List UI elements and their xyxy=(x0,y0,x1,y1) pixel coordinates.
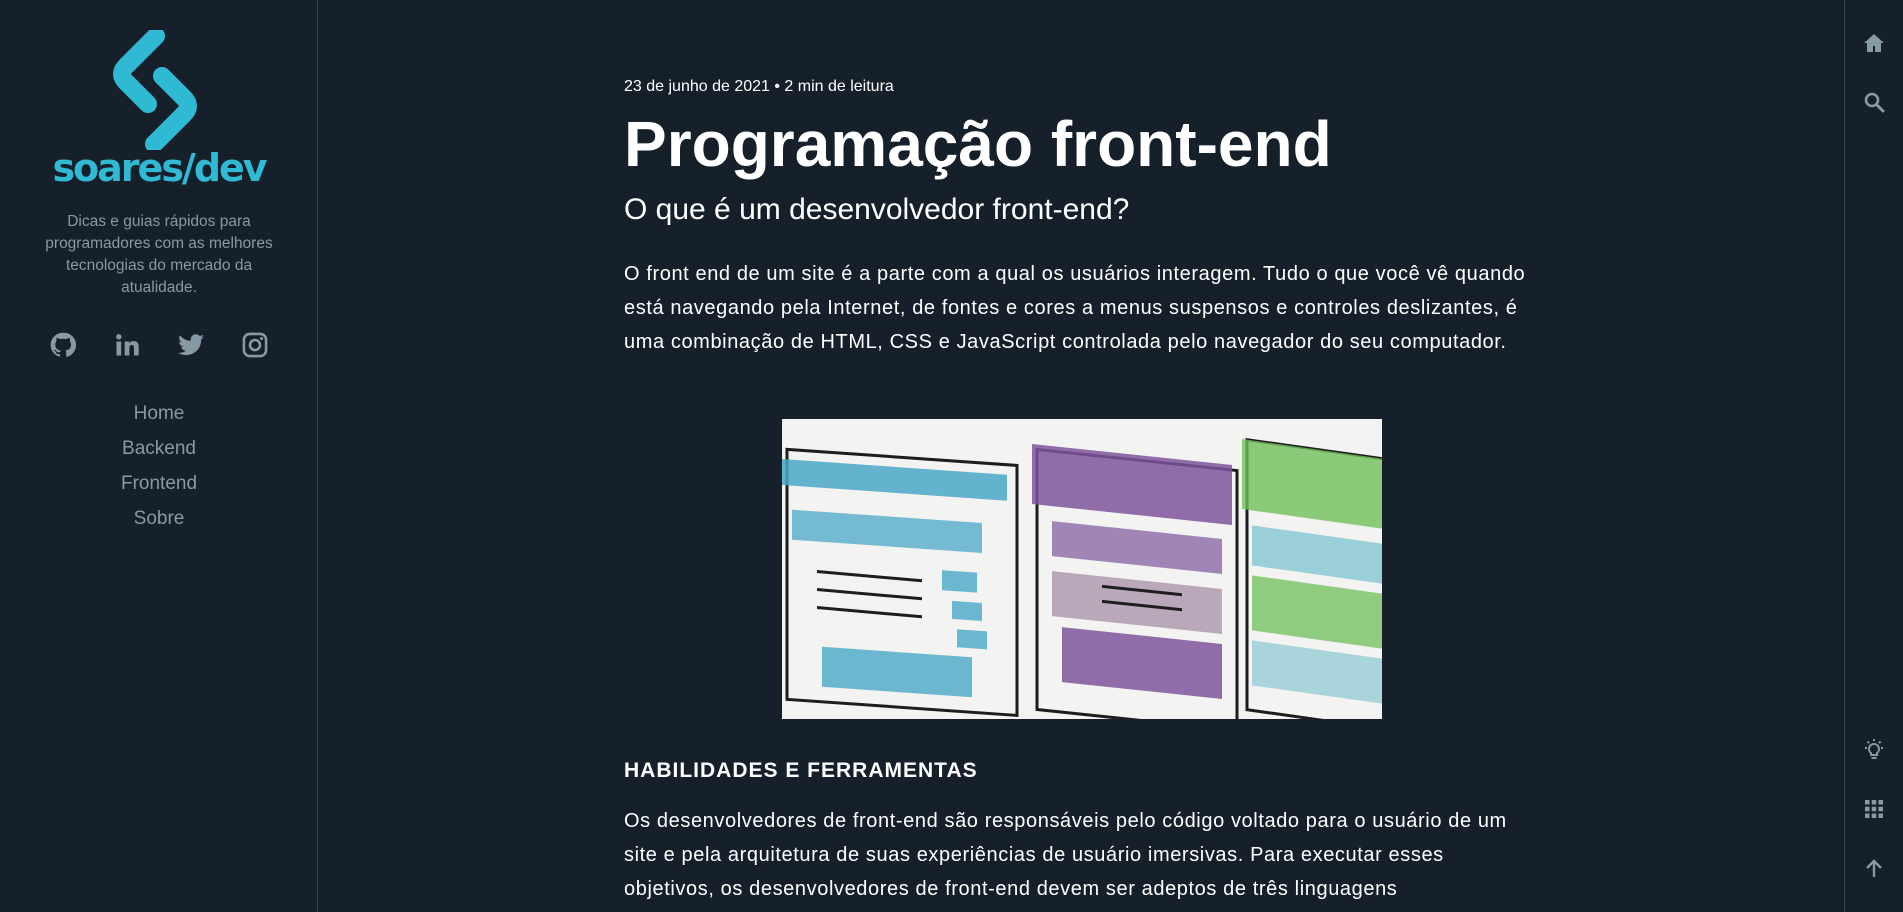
right-toolbar xyxy=(1844,0,1903,912)
arrow-up-icon[interactable] xyxy=(1862,857,1886,881)
logo-mark-icon xyxy=(113,30,197,150)
home-icon[interactable] xyxy=(1862,31,1886,55)
post-subtitle: O que é um desenvolvedor front-end? xyxy=(624,193,1130,226)
nav-item-home[interactable]: Home xyxy=(0,396,318,431)
site-tagline: Dicas e guias rápidos para programadores… xyxy=(45,213,273,296)
twitter-icon[interactable] xyxy=(177,331,205,359)
sidebar-nav: Home Backend Frontend Sobre xyxy=(0,396,318,536)
nav-item-backend[interactable]: Backend xyxy=(0,431,318,466)
nav-item-sobre[interactable]: Sobre xyxy=(0,501,318,536)
post-paragraph: O front end de um site é a parte com a q… xyxy=(624,263,1526,353)
post-paragraph: Os desenvolvedores de front-end são resp… xyxy=(624,810,1507,900)
post-meta: 23 de junho de 2021 • 2 min de leitura xyxy=(624,78,894,95)
social-links xyxy=(0,331,318,359)
section-heading: HABILIDADES E FERRAMENTAS xyxy=(624,759,978,782)
search-icon[interactable] xyxy=(1862,90,1886,114)
instagram-icon[interactable] xyxy=(241,331,269,359)
wireframe-sketch-image xyxy=(782,419,1382,719)
linkedin-icon[interactable] xyxy=(113,331,141,359)
github-icon[interactable] xyxy=(49,331,77,359)
post-image xyxy=(782,419,1382,719)
post-title: Programação front-end xyxy=(624,108,1332,180)
lightbulb-icon[interactable] xyxy=(1862,738,1886,762)
sidebar: soares/dev Dicas e guias rápidos para pr… xyxy=(0,0,318,912)
grid-icon[interactable] xyxy=(1862,797,1886,821)
site-logo[interactable]: soares/dev xyxy=(0,30,318,190)
nav-item-frontend[interactable]: Frontend xyxy=(0,466,318,501)
logo-text: soares/dev xyxy=(52,146,267,190)
